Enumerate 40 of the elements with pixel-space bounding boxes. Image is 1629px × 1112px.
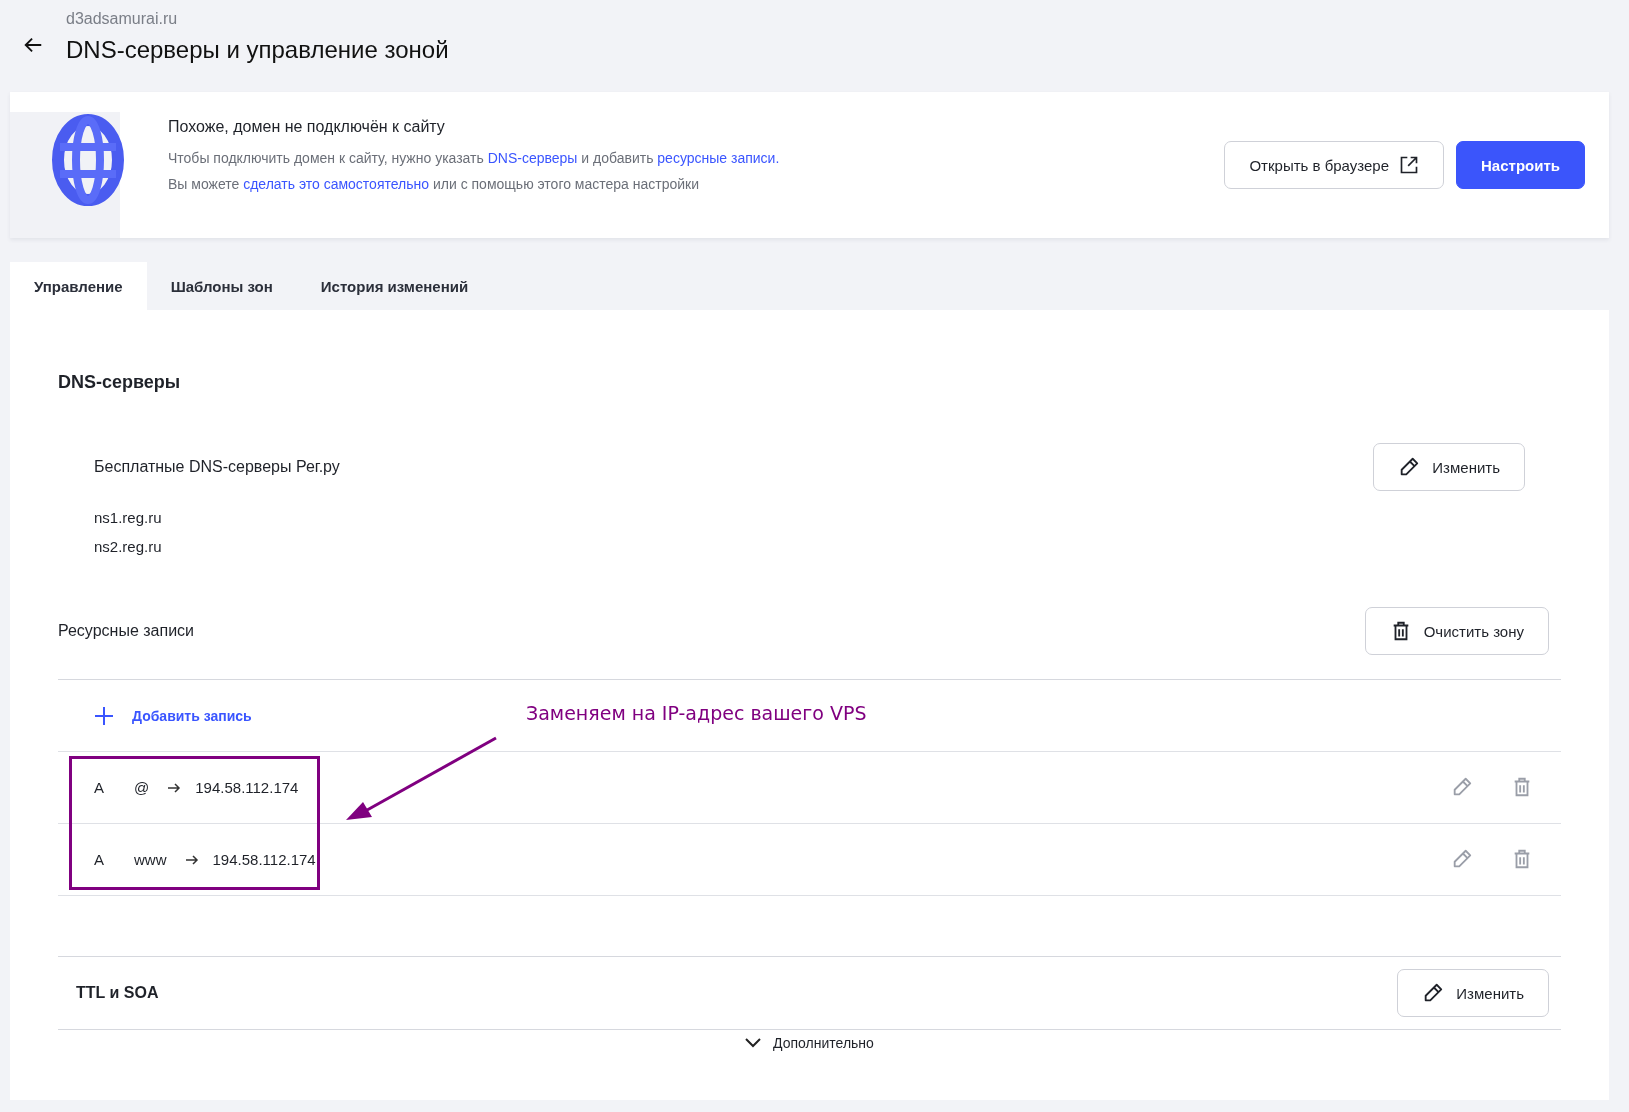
record-name: www xyxy=(134,851,167,868)
record-type: A xyxy=(94,851,104,868)
dns-provider-name: Бесплатные DNS-серверы Рег.ру xyxy=(93,458,340,476)
plus-icon xyxy=(94,705,114,726)
open-browser-button[interactable]: Открыть в браузере xyxy=(1224,141,1444,189)
banner-text: Вы можете сделать это самостоятельно или с помощью этого мастера настройки xyxy=(168,176,701,192)
record-name: @ xyxy=(134,779,150,796)
annotation-text: Заменяем на IP-адрес вашего VPS xyxy=(526,702,867,724)
text-link[interactable]: сделать это самостоятельно xyxy=(243,176,430,192)
text-link[interactable]: DNS-серверы xyxy=(487,150,578,166)
external-link-icon xyxy=(1399,155,1419,175)
domain-name: d3adsamurai.ru xyxy=(66,10,179,28)
tab[interactable]: История изменений xyxy=(296,262,493,310)
add-record-link[interactable]: Добавить запись xyxy=(58,705,252,726)
clear-zone-button[interactable]: Очистить зону xyxy=(1364,607,1549,655)
edit-button[interactable]: Изменить xyxy=(1373,443,1525,491)
record-value: 194.58.112.174 xyxy=(195,779,299,796)
pencil-icon xyxy=(1451,847,1473,870)
name-server: ns1.reg.ru xyxy=(94,509,163,526)
expand-more-button[interactable]: Дополнительно xyxy=(739,1034,880,1052)
arrow-right-icon xyxy=(167,780,182,795)
text-link[interactable]: ресурсные записи. xyxy=(657,150,780,166)
page-title: DNS-серверы и управление зоной xyxy=(66,36,449,64)
banner-text: Чтобы подключить домен к сайту, нужно указать DNS-серверы и добавить ресурсные записи. xyxy=(168,150,781,166)
pencil-icon xyxy=(1451,775,1473,798)
record-value: 194.58.112.174 xyxy=(212,851,316,868)
tab[interactable]: Шаблоны зон xyxy=(146,262,297,310)
edit-button[interactable]: Изменить xyxy=(1397,969,1549,1017)
record-type: A xyxy=(94,779,104,796)
pencil-icon xyxy=(1422,982,1445,1004)
banner-heading: Похоже, домен не подключён к сайту xyxy=(168,118,446,136)
section-heading: DNS-серверы xyxy=(58,372,182,393)
section-heading: Ресурсные записи xyxy=(58,622,195,640)
name-server: ns2.reg.ru xyxy=(94,538,163,555)
tab[interactable]: Управление xyxy=(10,262,147,310)
setup-button[interactable]: Настроить xyxy=(1456,141,1585,189)
arrow-right-icon xyxy=(184,852,199,867)
pencil-icon xyxy=(1398,456,1421,478)
chevron-down-icon xyxy=(745,1038,762,1048)
section-heading: TTL и SOA xyxy=(75,984,159,1002)
